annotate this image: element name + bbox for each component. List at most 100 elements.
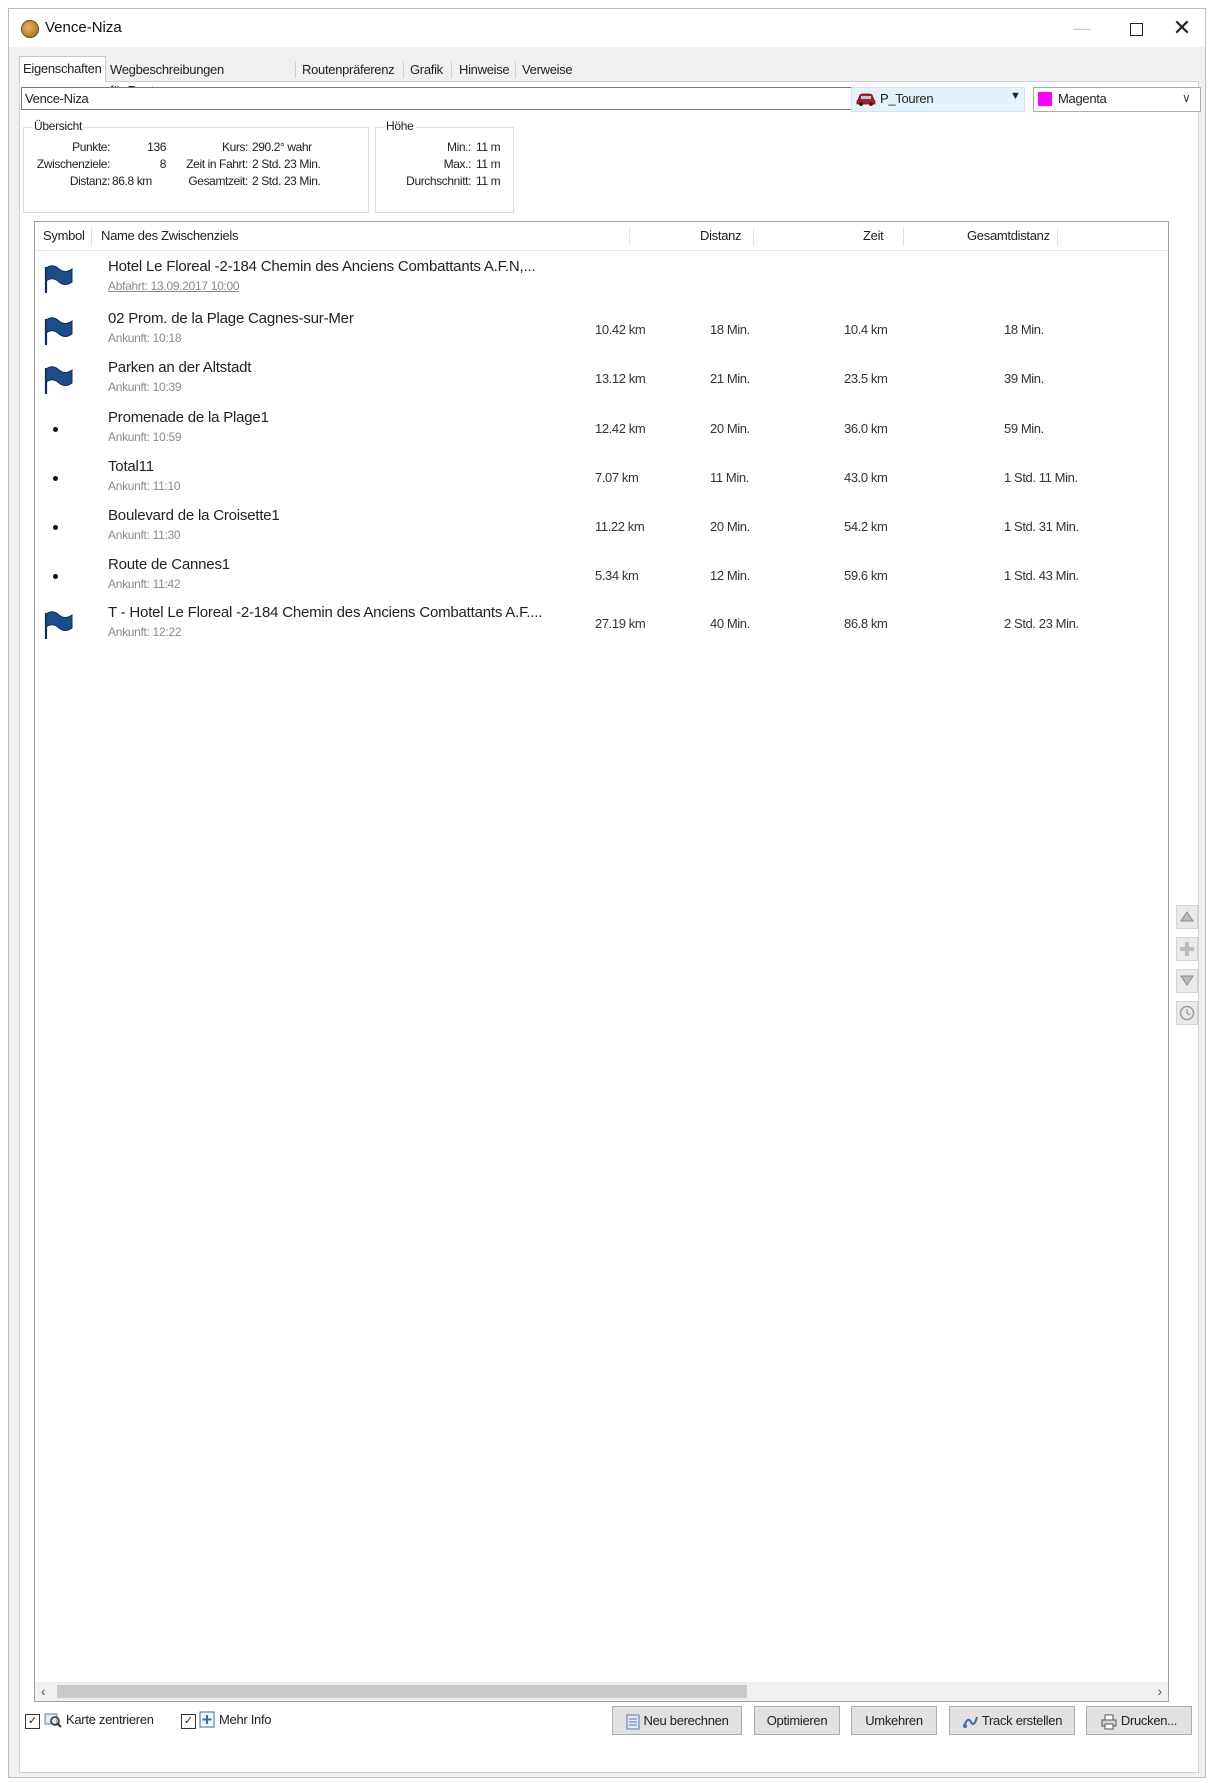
maximize-button[interactable] [1113,13,1159,43]
table-row[interactable]: 02 Prom. de la Plage Cagnes-sur-Mer Ankun… [35,308,1168,356]
chevron-down-icon: ▼ [1010,90,1021,102]
flag-icon [41,264,73,294]
move-down-button[interactable] [1176,969,1198,993]
track-erstellen-label: Track erstellen [981,1713,1063,1728]
dot-icon [53,427,58,432]
overview-group: Übersicht Punkte: 136 Kurs: 290.2° wahr … [23,119,369,213]
waypoint-total-time: 2 Std. 23 Min. [1004,616,1079,631]
waypoint-total-distance: 54.2 km [844,519,888,534]
table-row[interactable]: Total11 Ankunft: 11:10 7.07 km 11 Min. 43.0 … [35,456,1168,504]
column-header-gesamtdistanz[interactable]: Gesamtdistanz [967,222,1050,250]
column-header-symbol[interactable]: Symbol [43,222,85,250]
triangle-down-icon [1180,975,1194,986]
waypoint-time: Ankunft: 12:22 [108,625,182,639]
move-up-button[interactable] [1176,905,1198,929]
optimieren-label: Optimieren [766,1713,828,1728]
waypoint-time: Abfahrt: 13.09.2017 10:00 [108,279,240,293]
waypoint-name: Boulevard de la Croisette1 [108,507,280,524]
minimize-button[interactable]: — [1059,13,1105,43]
map-magnifier-icon [44,1713,62,1728]
tab-wegbeschreibungen[interactable]: Wegbeschreibungen für Routen [107,59,227,98]
table-row[interactable]: T - Hotel Le Floreal -2-184 Chemin des A… [35,602,1168,650]
height-title: Höhe [384,119,416,133]
clock-button[interactable] [1176,1001,1198,1025]
column-header-zeit[interactable]: Zeit [863,222,884,250]
dot-icon [53,574,58,579]
tab-eigenschaften[interactable]: Eigenschaften [19,56,106,82]
document-icon [626,1714,639,1730]
table-row[interactable]: Hotel Le Floreal -2-184 Chemin des Ancie… [35,256,1168,304]
karte-zentrieren-checkbox[interactable]: ✓ [25,1714,40,1729]
waypoint-total-time: 39 Min. [1004,371,1044,386]
waypoint-time: Ankunft: 11:42 [108,577,181,591]
printer-icon [1101,1714,1117,1730]
tab-hinweise[interactable]: Hinweise [456,59,512,80]
waypoint-name: Route de Cannes1 [108,556,230,573]
karte-zentrieren-label[interactable]: Karte zentrieren [66,1712,154,1727]
table-row[interactable]: Boulevard de la Croisette1 Ankunft: 11:30… [35,505,1168,553]
column-divider [91,228,92,246]
waypoint-total-distance: 36.0 km [844,421,888,436]
app-icon [21,20,39,38]
waypoint-name: Total11 [108,458,154,475]
scrollbar-thumb[interactable] [57,1685,747,1698]
waypoint-time: Ankunft: 10:59 [108,430,182,444]
neu-berechnen-button[interactable]: Neu berechnen [612,1706,742,1735]
maximize-icon [1129,22,1143,36]
height-min-label: Min.: [446,140,471,154]
column-header-distanz[interactable]: Distanz [700,222,742,250]
waypoint-duration: 20 Min. [710,519,750,534]
route-color-dropdown[interactable]: Magenta ∨ [1033,87,1201,112]
route-profile-dropdown[interactable]: P_Touren ▼ [851,87,1025,112]
optimieren-button[interactable]: Optimieren [754,1706,840,1735]
waypoint-list[interactable]: Symbol Name des Zwischenziels Distanz Ze… [34,221,1169,1702]
close-button[interactable]: ✕ [1159,13,1205,43]
zeit-fahrt-value: 2 Std. 23 Min. [252,157,321,171]
waypoint-name: 02 Prom. de la Plage Cagnes-sur-Mer [108,310,354,327]
waypoint-total-time: 18 Min. [1004,322,1044,337]
table-row[interactable]: Parken an der Altstadt Ankunft: 10:39 13.1… [35,357,1168,405]
tab-grafik[interactable]: Grafik [407,59,446,80]
neu-berechnen-label: Neu berechnen [643,1713,729,1728]
scroll-right-icon[interactable]: › [1157,1683,1162,1699]
waypoint-duration: 12 Min. [710,568,750,583]
color-label: Magenta [1058,91,1107,106]
mehr-info-label[interactable]: Mehr Info [219,1712,272,1727]
distanz-value: 86.8 km [112,174,152,188]
table-row[interactable]: Promenade de la Plage1 Ankunft: 10:59 12.4… [35,407,1168,455]
insert-button[interactable] [1176,937,1198,961]
waypoint-duration: 18 Min. [710,322,750,337]
waypoint-distance: 10.42 km [595,322,646,337]
mehr-info-checkbox[interactable]: ✓ [181,1714,196,1729]
drucken-button[interactable]: Drucken... [1086,1706,1192,1735]
horizontal-scrollbar[interactable]: ‹ › [35,1682,1168,1701]
tab-verweise[interactable]: Verweise [519,59,575,80]
list-header: Symbol Name des Zwischenziels Distanz Ze… [35,222,1168,251]
plus-icon [1180,942,1194,956]
chevron-down-icon: ∨ [1182,91,1191,105]
info-plus-icon [199,1711,215,1728]
height-group: Höhe Min.: 11 m Max.: 11 m Durchschnitt:… [375,119,514,213]
height-max-value: 11 m [476,157,501,171]
waypoint-total-time: 59 Min. [1004,421,1044,436]
car-icon [856,93,876,106]
umkehren-label: Umkehren [865,1713,923,1728]
waypoint-duration: 40 Min. [710,616,750,631]
scroll-left-icon[interactable]: ‹ [41,1683,46,1699]
tab-routenpraeferenz[interactable]: Routenpräferenz [299,59,397,80]
waypoint-time: Ankunft: 10:39 [108,380,182,394]
track-erstellen-button[interactable]: Track erstellen [949,1706,1075,1735]
tab-separator [515,61,516,78]
column-divider [629,228,630,246]
waypoint-total-distance: 86.8 km [844,616,888,631]
table-row[interactable]: Route de Cannes1 Ankunft: 11:42 5.34 km 12 … [35,554,1168,602]
route-name-input[interactable]: Vence-Niza [21,87,853,110]
column-header-name[interactable]: Name des Zwischenziels [101,222,238,250]
waypoint-time: Ankunft: 10:18 [108,331,182,345]
height-min-value: 11 m [476,140,501,154]
waypoint-distance: 13.12 km [595,371,646,386]
umkehren-button[interactable]: Umkehren [851,1706,937,1735]
waypoint-name: Promenade de la Plage1 [108,409,269,426]
zeit-fahrt-label: Zeit in Fahrt: [186,157,248,171]
track-icon [962,1716,978,1728]
